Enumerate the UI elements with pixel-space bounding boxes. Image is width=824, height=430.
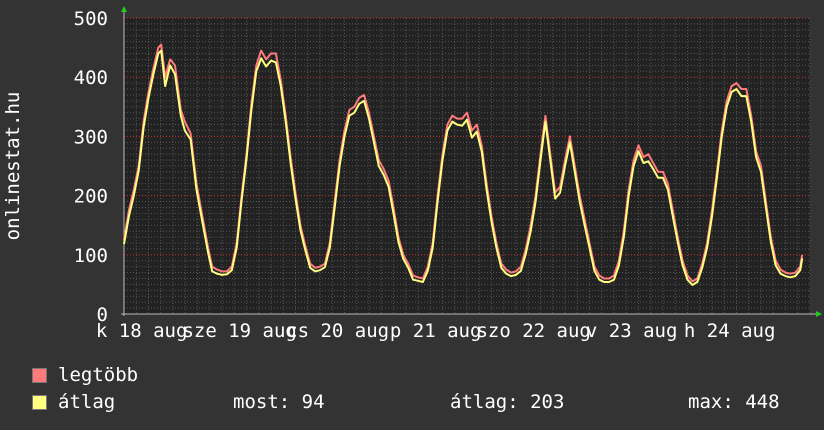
legend-label-avg: átlag	[58, 391, 116, 413]
y-tick-label: 200	[74, 186, 108, 208]
x-tick-label: szo 22 aug	[476, 320, 590, 342]
x-tick-label: k 18 aug	[96, 320, 188, 342]
x-tick-label: sze 19 aug	[182, 320, 296, 342]
y-tick-label: 400	[74, 67, 108, 89]
stat-current: most: 94	[233, 391, 325, 413]
y-tick-label: 500	[74, 8, 108, 30]
x-axis-arrow	[816, 311, 822, 317]
x-tick-label: v 23 aug	[586, 320, 678, 342]
x-tick-label: p 21 aug	[390, 320, 482, 342]
y-tick-label: 100	[74, 245, 108, 267]
stat-max: max: 448	[688, 391, 780, 413]
legend-swatch-avg	[32, 395, 47, 410]
stat-average: átlag: 203	[450, 391, 565, 413]
y-axis-arrow	[121, 6, 127, 12]
legend-swatch-max	[32, 368, 47, 383]
legend-label-max: legtöbb	[58, 364, 139, 386]
y-tick-label: 300	[74, 126, 108, 148]
y-axis-label: onlinestat.hu	[2, 92, 24, 241]
x-tick-label: cs 20 aug	[286, 320, 389, 342]
x-tick-label: h 24 aug	[684, 320, 776, 342]
